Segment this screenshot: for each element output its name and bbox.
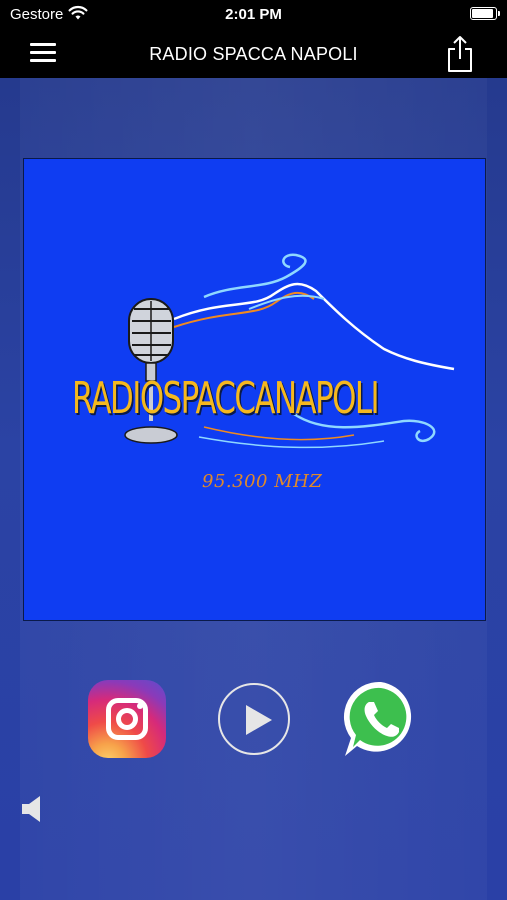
page-title: RADIO SPACCA NAPOLI — [149, 44, 358, 64]
instagram-icon[interactable] — [88, 680, 166, 758]
station-artwork: RADIOSPACCANAPOLI 95.300 MHZ — [23, 158, 486, 621]
player-controls — [0, 678, 507, 768]
navigation-bar: RADIO SPACCA NAPOLI — [0, 30, 507, 78]
whatsapp-icon[interactable] — [341, 678, 421, 758]
status-bar: Gestore 2:01 PM — [0, 0, 507, 30]
speaker-icon[interactable] — [20, 794, 44, 824]
play-icon — [246, 705, 272, 735]
share-icon[interactable] — [445, 33, 475, 73]
brand-name: RADIOSPACCANAPOLI — [72, 373, 380, 424]
play-button[interactable] — [218, 683, 290, 755]
player-screen: RADIOSPACCANAPOLI 95.300 MHZ — [0, 78, 507, 900]
frequency-label: 95.300 MHZ — [202, 471, 323, 492]
clock: 2:01 PM — [225, 6, 282, 23]
battery-icon — [470, 7, 500, 20]
